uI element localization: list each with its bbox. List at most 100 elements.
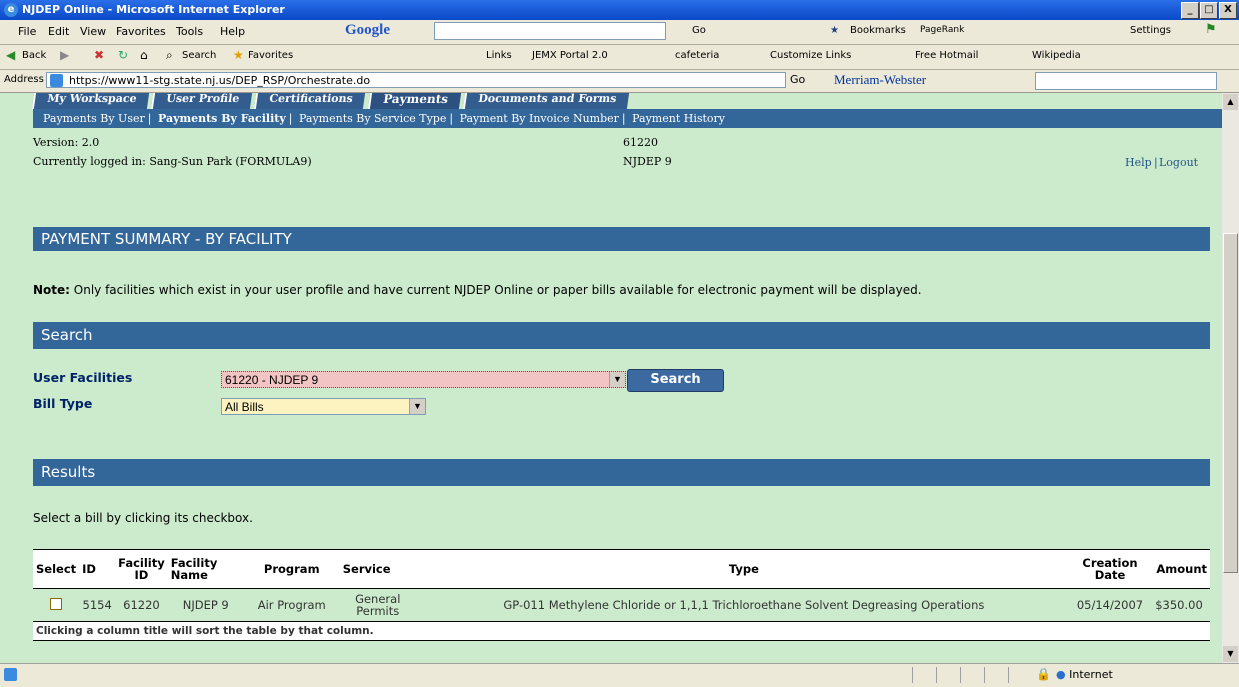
column-header-id[interactable]: ID [79,549,116,589]
zone-label: Internet [1069,668,1113,681]
main-tabs: My Workspace User Profile Certifications… [31,93,632,109]
column-header-type[interactable]: Type [415,549,1072,589]
favorites-button[interactable]: Favorites [248,50,293,61]
favorites-star-icon[interactable]: ★ [233,48,244,62]
column-header-creation-date[interactable]: Creation Date [1072,549,1148,589]
window-title-bar: e NJDEP Online - Microsoft Internet Expl… [0,0,1239,20]
program-cell: Air Program [243,588,340,622]
link-wikipedia[interactable]: Wikipedia [1032,50,1081,61]
search-submit-button[interactable]: Search [627,369,724,392]
column-header-program[interactable]: Program [243,549,340,589]
windows-flag-icon: ⚑ [1205,22,1217,37]
menu-view[interactable]: View [80,25,106,38]
service-cell: General Permits [339,588,416,622]
stop-icon[interactable]: ✖ [94,48,104,62]
table-header-row: Select ID Facility ID Facility Name Prog… [33,549,1210,589]
pagerank-menu[interactable]: PageRank [920,25,964,35]
bill-type-value: All Bills [225,400,264,414]
search-icon[interactable]: ⌕ [166,48,173,63]
results-section-header: Results [33,459,1210,486]
table-footer-row: Clicking a column title will sort the ta… [33,621,1210,641]
type-cell: GP-011 Methylene Chloride or 1,1,1 Trich… [415,588,1072,622]
vertical-scrollbar[interactable]: ▲ ▼ [1222,93,1239,663]
results-table: Select ID Facility ID Facility Name Prog… [33,549,1210,641]
link-free-hotmail[interactable]: Free Hotmail [915,50,978,61]
search-button[interactable]: Search [182,50,216,61]
search-section-header: Search [33,322,1210,349]
merriam-webster-dropdown[interactable]: Merriam-Webster [834,72,926,88]
forward-arrow-icon[interactable]: ▶ [60,48,69,62]
home-icon[interactable]: ⌂ [140,48,148,62]
scroll-up-icon[interactable]: ▲ [1223,94,1238,110]
scroll-down-icon[interactable]: ▼ [1223,646,1238,662]
note-label: Note: [33,283,70,297]
google-go-button[interactable]: Go [692,25,706,36]
status-bar: 🔒 ● Internet [0,663,1239,687]
sort-hint-text: Clicking a column title will sort the ta… [33,621,1210,641]
back-button[interactable]: Back [22,50,46,61]
google-search-input[interactable] [434,22,666,40]
column-header-facility-name[interactable]: Facility Name [167,549,244,589]
menu-file[interactable]: File [18,25,36,38]
note-text: Note: Only facilities which exist in you… [33,283,922,297]
menu-edit[interactable]: Edit [48,25,69,38]
standard-toolbar: ◀ Back ▶ ✖ ↻ ⌂ ⌕ Search ★ Favorites Link… [0,45,1239,70]
column-header-select[interactable]: Select [33,549,80,589]
logout-link[interactable]: Logout [1159,156,1198,169]
bookmarks-menu[interactable]: Bookmarks [850,25,906,36]
results-instruction: Select a bill by clicking its checkbox. [33,511,253,525]
refresh-icon[interactable]: ↻ [118,48,128,62]
address-go-button[interactable]: Go [790,73,805,86]
column-header-facility-id[interactable]: Facility ID [115,549,168,589]
tab-user-profile[interactable]: User Profile [151,93,253,109]
facility-name-cell: NJDEP 9 [167,588,244,622]
url-input[interactable]: https://www11-stg.state.nj.us/DEP_RSP/Or… [46,72,786,88]
dictionary-search-input[interactable] [1035,72,1217,90]
amount-cell: $350.00 [1148,588,1210,622]
subnav-payments-by-facility[interactable]: Payments By Facility [158,112,286,125]
link-jemx-portal[interactable]: JEMX Portal 2.0 [532,50,608,61]
tab-certifications[interactable]: Certifications [254,93,366,109]
bookmarks-star-icon[interactable]: ★ [830,25,839,36]
link-customize-links[interactable]: Customize Links [770,50,851,61]
minimize-button[interactable]: _ [1181,2,1199,19]
security-zone: ● Internet [1056,668,1113,681]
user-facilities-select[interactable]: 61220 - NJDEP 9 ▼ [221,371,626,388]
column-header-service[interactable]: Service [339,549,416,589]
page-status-icon [4,668,17,681]
link-cafeteria[interactable]: cafeteria [675,50,719,61]
page-content: My Workspace User Profile Certifications… [0,93,1222,663]
column-header-amount[interactable]: Amount [1148,549,1210,589]
tab-my-workspace[interactable]: My Workspace [31,93,150,109]
google-toolbar-logo[interactable]: Google [345,22,390,39]
facility-id-text: 61220 [623,136,658,149]
menu-favorites[interactable]: Favorites [116,25,166,38]
subnav-payments-by-user[interactable]: Payments By User [43,112,145,125]
maximize-button[interactable]: □ [1200,2,1218,19]
bill-select-checkbox[interactable] [50,598,63,610]
bill-type-select[interactable]: All Bills ▼ [221,398,426,415]
globe-icon: ● [1056,668,1066,681]
settings-menu[interactable]: Settings [1130,25,1171,36]
window-controls: _ □ X [1181,2,1237,19]
address-bar: Address https://www11-stg.state.nj.us/DE… [0,70,1239,93]
lock-icon: 🔒 [1036,667,1051,681]
scroll-thumb[interactable] [1223,233,1238,573]
note-body: Only facilities which exist in your user… [69,283,922,297]
version-text: Version: 2.0 [33,136,100,149]
tab-documents-and-forms[interactable]: Documents and Forms [462,93,629,109]
links-label: Links [486,50,512,61]
user-facilities-label: User Facilities [33,370,133,385]
help-link[interactable]: Help [1125,156,1152,169]
menu-help[interactable]: Help [220,25,245,38]
tab-payments[interactable]: Payments [367,93,461,109]
close-button[interactable]: X [1219,2,1237,19]
bill-id-cell: 5154 [79,588,116,622]
menu-tools[interactable]: Tools [176,25,203,38]
back-arrow-icon[interactable]: ◀ [6,48,15,62]
subnav-payments-by-service-type[interactable]: Payments By Service Type [299,112,446,125]
facility-name-text: NJDEP 9 [623,155,672,168]
page-icon [50,74,63,87]
subnav-payment-by-invoice-number[interactable]: Payment By Invoice Number [460,112,619,125]
subnav-payment-history[interactable]: Payment History [632,112,725,125]
